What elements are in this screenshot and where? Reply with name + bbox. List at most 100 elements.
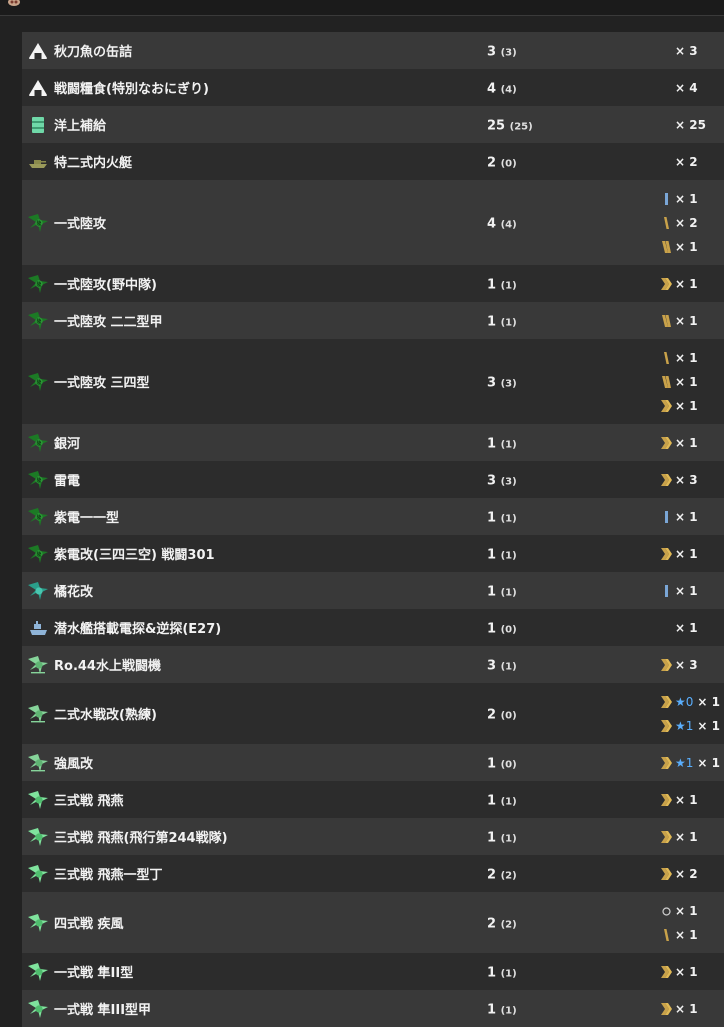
count-value: 1: [487, 509, 497, 525]
reward-list: × 1: [659, 542, 698, 566]
table-row[interactable]: 三式戦 飛燕 1 (1) × 1: [22, 781, 724, 818]
item-count: 4 (4): [487, 216, 517, 231]
reward-list: × 1: [659, 505, 698, 529]
count-sub-value: (0): [500, 758, 517, 770]
rank-chevron-icon: [661, 695, 672, 708]
fighter-icon: [28, 790, 48, 809]
item-count: 3 (3): [487, 473, 517, 488]
seaplane-fighter-icon: [28, 753, 48, 772]
item-count: 1 (1): [487, 830, 517, 845]
rice-ball-icon: [29, 42, 47, 59]
item-name: 雷電: [54, 473, 81, 489]
reward-entry: × 1: [659, 960, 698, 984]
item-count: 1 (1): [487, 965, 517, 980]
table-row[interactable]: 洋上補給 25 (25) × 25: [22, 106, 724, 143]
table-row[interactable]: 陸 一式陸攻 二二型甲 1 (1) × 1: [22, 302, 724, 339]
reward-entry: × 25: [659, 113, 706, 137]
rank-chevron-icon: [661, 965, 672, 978]
rank-slash-2-icon: [662, 314, 671, 327]
top-bar: [0, 0, 724, 16]
table-row[interactable]: 陸 紫電一一型 1 (1) × 1: [22, 498, 724, 535]
reward-entry: × 2: [659, 150, 698, 174]
table-row[interactable]: 秋刀魚の缶詰 3 (3) × 3: [22, 32, 724, 69]
improvement-star: ★1: [675, 755, 694, 770]
table-row[interactable]: 陸 一式陸攻(野中隊) 1 (1) × 1: [22, 265, 724, 302]
fighter-icon: [28, 827, 48, 846]
count-sub-value: (3): [500, 377, 517, 389]
svg-text:陸: 陸: [36, 551, 41, 558]
table-row[interactable]: 三式戦 飛燕(飛行第244戦隊) 1 (1) × 1: [22, 818, 724, 855]
rank-slash-2-icon: [662, 240, 671, 253]
item-name: 三式戦 飛燕: [54, 793, 124, 809]
reward-multiplier: × 1: [675, 964, 698, 979]
table-row[interactable]: 陸 一式陸攻 三四型 3 (3) × 1 × 1 × 1: [22, 339, 724, 424]
reward-multiplier: × 1: [675, 792, 698, 807]
reward-list: × 1: [659, 579, 698, 603]
svg-text:陸: 陸: [36, 379, 41, 386]
item-count: 3 (3): [487, 44, 517, 59]
count-sub-value: (1): [500, 660, 517, 672]
reward-multiplier: × 1: [697, 755, 720, 770]
table-row[interactable]: 一式戦 隼II型 1 (1) × 1: [22, 953, 724, 990]
count-value: 3: [487, 657, 497, 673]
item-name: 四式戦 疾風: [54, 916, 124, 932]
reward-list: × 25: [659, 113, 706, 137]
count-value: 3: [487, 472, 497, 488]
table-row[interactable]: 陸 紫電改(三四三空) 戦闘301 1 (1) × 1: [22, 535, 724, 572]
rank-chevron-icon: [661, 719, 672, 732]
rank-chevron-icon: [661, 399, 672, 412]
table-row[interactable]: Ro.44水上戦闘機 3 (1) × 3: [22, 646, 724, 683]
table-row[interactable]: 二式水戦改(熟練) 2 (0) ★0 × 1 ★1 × 1: [22, 683, 724, 744]
table-row[interactable]: 潜水艦搭載電探&逆探(E27) 1 (0) × 1: [22, 609, 724, 646]
reward-multiplier: × 1: [675, 398, 698, 413]
reward-multiplier: × 25: [675, 117, 706, 132]
table-row[interactable]: 強風改 1 (0) ★1 × 1: [22, 744, 724, 781]
item-name: 橘花改: [54, 584, 94, 600]
supply-crate-icon: [32, 116, 44, 133]
land-bomber-icon: 陸: [28, 311, 48, 330]
item-name: 二式水戦改(熟練): [54, 707, 157, 723]
fighter-icon: [28, 864, 48, 883]
count-sub-value: (0): [500, 157, 517, 169]
reward-multiplier: × 1: [675, 829, 698, 844]
reward-list: × 2: [659, 150, 698, 174]
table-row[interactable]: 三式戦 飛燕一型丁 2 (2) × 2: [22, 855, 724, 892]
item-count: 3 (1): [487, 658, 517, 673]
table-row[interactable]: 一式戦 隼III型甲 1 (1) × 1: [22, 990, 724, 1027]
count-value: 1: [487, 583, 497, 599]
table-row[interactable]: 四式戦 疾風 2 (2) × 1 × 1: [22, 892, 724, 953]
land-bomber-icon: 陸: [28, 274, 48, 293]
count-value: 2: [487, 706, 497, 722]
count-value: 1: [487, 620, 497, 636]
rank-chevron-icon: [661, 547, 672, 560]
rank-chevron-icon: [661, 756, 672, 769]
svg-text:陸: 陸: [36, 220, 41, 227]
item-count: 1 (1): [487, 1002, 517, 1017]
table-row[interactable]: 戦闘糧食(特別なおにぎり) 4 (4) × 4: [22, 69, 724, 106]
reward-multiplier: × 1: [697, 718, 720, 733]
item-count: 1 (1): [487, 547, 517, 562]
item-name: 一式陸攻(野中隊): [54, 277, 157, 293]
table-row[interactable]: 陸 銀河 1 (1) × 1: [22, 424, 724, 461]
item-count: 1 (1): [487, 436, 517, 451]
reward-entry: × 3: [659, 39, 698, 63]
count-sub-value: (4): [500, 83, 517, 95]
reward-entry: ★1 × 1: [659, 714, 720, 738]
table-row[interactable]: 特二式内火艇 2 (0) × 2: [22, 143, 724, 180]
table-row[interactable]: 橘花改 1 (1) × 1: [22, 572, 724, 609]
count-sub-value: (1): [500, 795, 517, 807]
count-sub-value: (1): [500, 549, 517, 561]
reward-entry: × 1: [659, 542, 698, 566]
table-row[interactable]: 陸 雷電 3 (3) × 3: [22, 461, 724, 498]
item-count: 1 (0): [487, 756, 517, 771]
table-row[interactable]: 陸 一式陸攻 4 (4) × 1 × 2 × 1: [22, 180, 724, 265]
item-count: 25 (25): [487, 118, 533, 133]
count-value: 3: [487, 43, 497, 59]
land-bomber-icon: 陸: [28, 372, 48, 391]
count-sub-value: (0): [500, 709, 517, 721]
land-bomber-icon: 陸: [28, 213, 48, 232]
reward-multiplier: × 1: [675, 583, 698, 598]
count-sub-value: (4): [500, 218, 517, 230]
item-name: 一式戦 隼II型: [54, 965, 134, 981]
count-sub-value: (1): [500, 438, 517, 450]
